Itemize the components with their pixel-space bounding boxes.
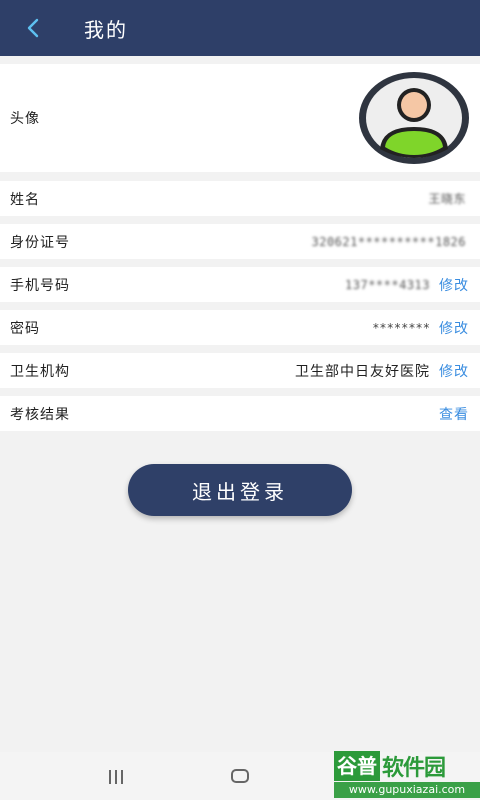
name-value: 王晓东 — [428, 192, 466, 206]
view-exam-result-link[interactable]: 查看 — [439, 404, 469, 424]
phone-value: 137****4313 — [345, 277, 430, 292]
recent-apps-icon[interactable] — [106, 770, 126, 784]
institution-row: 卫生机构 卫生部中日友好医院 修改 — [0, 353, 480, 388]
id-card-row: 身份证号 320621**********1826 — [0, 224, 480, 259]
institution-label: 卫生机构 — [10, 363, 70, 380]
id-card-value: 320621**********1826 — [311, 234, 466, 249]
page-title: 我的 — [84, 18, 128, 42]
avatar-label: 头像 — [10, 111, 40, 127]
watermark-text: 软件园 — [382, 756, 446, 781]
watermark-url: www.gupuxiazai.com — [334, 782, 480, 798]
home-icon[interactable] — [231, 769, 249, 783]
watermark-badge: 谷普 — [334, 751, 380, 781]
edit-phone-link[interactable]: 修改 — [439, 275, 469, 295]
exam-result-label: 考核结果 — [10, 406, 70, 423]
edit-institution-link[interactable]: 修改 — [439, 361, 469, 381]
watermark-brand: 谷普 软件园 — [334, 750, 480, 782]
avatar-row[interactable]: 头像 — [0, 64, 480, 172]
exam-result-row: 考核结果 查看 — [0, 396, 480, 431]
app-header: 我的 — [0, 0, 480, 56]
password-row: 密码 ******** 修改 — [0, 310, 480, 345]
phone-label: 手机号码 — [10, 277, 70, 294]
back-button[interactable] — [18, 12, 48, 44]
phone-row: 手机号码 137****4313 修改 — [0, 267, 480, 302]
avatar[interactable] — [358, 71, 470, 165]
logout-button[interactable]: 退出登录 — [128, 464, 352, 516]
institution-value: 卫生部中日友好医院 — [295, 363, 430, 380]
id-card-label: 身份证号 — [10, 234, 70, 251]
password-label: 密码 — [10, 320, 40, 337]
password-value: ******** — [372, 320, 430, 335]
watermark-logo: 谷普 软件园 www.gupuxiazai.com — [334, 750, 480, 800]
name-row: 姓名 王晓东 — [0, 181, 480, 216]
edit-password-link[interactable]: 修改 — [439, 318, 469, 338]
name-label: 姓名 — [10, 191, 40, 208]
chevron-left-icon — [27, 18, 39, 38]
